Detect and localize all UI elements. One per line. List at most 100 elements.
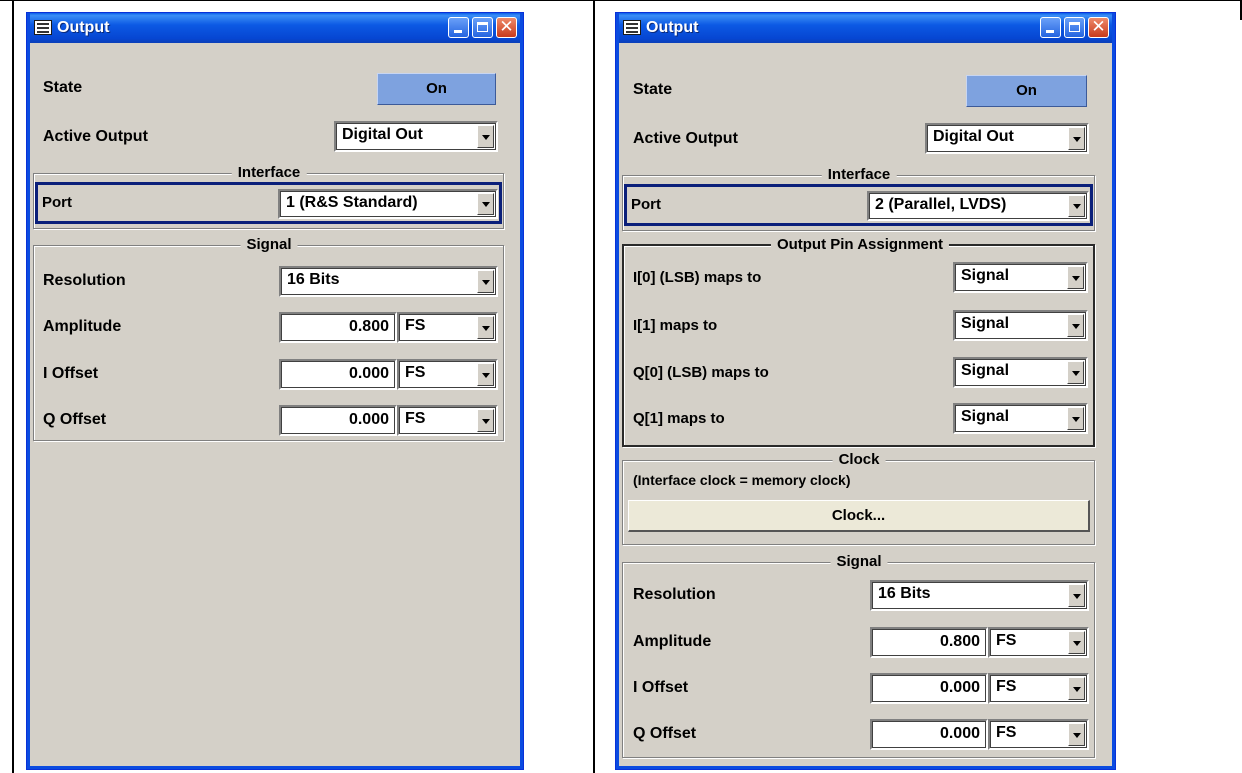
chevron-down-icon[interactable] [477, 409, 494, 432]
table-left-border [12, 0, 14, 773]
chevron-down-icon[interactable] [1067, 361, 1084, 384]
state-label: State [43, 79, 83, 96]
chevron-down-icon[interactable] [1068, 723, 1085, 746]
pin-map-select[interactable]: Signal [953, 357, 1088, 388]
chevron-down-icon[interactable] [1067, 266, 1084, 289]
close-button[interactable]: ✕ [496, 17, 517, 38]
resolution-select[interactable]: 16 Bits [279, 266, 498, 297]
window-title: Output [646, 19, 699, 36]
i-offset-value: 0.000 [348, 365, 389, 382]
pin-map-value: Signal [961, 362, 1010, 379]
resolution-value: 16 Bits [878, 585, 931, 602]
active-output-label: Active Output [633, 130, 738, 147]
amplitude-value: 0.800 [348, 318, 389, 335]
active-output-label: Active Output [43, 128, 148, 145]
pin-map-select[interactable]: Signal [953, 310, 1088, 341]
active-output-select[interactable]: Digital Out [925, 123, 1089, 154]
chevron-down-icon[interactable] [1067, 314, 1084, 337]
signal-group-title: Signal [240, 236, 298, 253]
chevron-down-icon[interactable] [477, 316, 494, 339]
port-row[interactable]: Port 1 (R&S Standard) [35, 182, 502, 224]
pin-map-value: Signal [961, 315, 1010, 332]
maximize-icon [1069, 22, 1080, 32]
pin-map-value: Signal [961, 267, 1010, 284]
port-value: 1 (R&S Standard) [286, 194, 418, 211]
chevron-down-icon[interactable] [477, 363, 494, 386]
i-offset-unit: FS [405, 364, 426, 381]
chevron-down-icon[interactable] [1068, 584, 1085, 607]
port-value: 2 (Parallel, LVDS) [875, 196, 1007, 213]
output-dialog-left: Output ✕ State On Active Output Digital … [26, 12, 524, 770]
q-offset-label: Q Offset [43, 411, 107, 428]
i-offset-input[interactable]: 0.000 [279, 359, 397, 390]
close-icon: ✕ [499, 17, 514, 36]
interface-group-title: Interface [231, 164, 307, 181]
state-on-button[interactable]: On [377, 73, 496, 105]
amplitude-unit-select[interactable]: FS [397, 312, 498, 343]
i-offset-value: 0.000 [939, 679, 980, 696]
q-offset-value: 0.000 [348, 411, 389, 428]
title-bar[interactable]: Output ✕ [616, 13, 1115, 43]
q-offset-unit: FS [405, 410, 426, 427]
interface-group-title: Interface [821, 166, 897, 183]
pin-map-value: Signal [961, 408, 1010, 425]
chevron-down-icon[interactable] [1067, 407, 1084, 430]
q-offset-unit-select[interactable]: FS [397, 405, 498, 436]
q-offset-input[interactable]: 0.000 [279, 405, 397, 436]
pin-row-label: Q[0] (LSB) maps to [633, 364, 769, 381]
amplitude-unit-select[interactable]: FS [988, 627, 1089, 658]
amplitude-value: 0.800 [939, 633, 980, 650]
chevron-down-icon[interactable] [477, 193, 494, 215]
state-on-button[interactable]: On [966, 75, 1087, 107]
chevron-down-icon[interactable] [477, 270, 494, 293]
clock-note: (Interface clock = memory clock) [633, 472, 851, 488]
pin-map-select[interactable]: Signal [953, 262, 1088, 293]
q-offset-unit-select[interactable]: FS [988, 719, 1089, 750]
pin-map-select[interactable]: Signal [953, 403, 1088, 434]
amplitude-input[interactable]: 0.800 [870, 627, 988, 658]
i-offset-unit-select[interactable]: FS [397, 359, 498, 390]
chevron-down-icon[interactable] [1068, 631, 1085, 654]
resolution-select[interactable]: 16 Bits [870, 580, 1089, 611]
minimize-icon [454, 30, 462, 33]
pin-row-label: Q[1] maps to [633, 410, 725, 427]
i-offset-input[interactable]: 0.000 [870, 673, 988, 704]
chevron-down-icon[interactable] [1068, 127, 1085, 150]
port-select[interactable]: 1 (R&S Standard) [278, 189, 498, 219]
window-app-icon [623, 20, 641, 35]
q-offset-unit: FS [996, 724, 1017, 741]
window-app-icon [34, 20, 52, 35]
amplitude-label: Amplitude [633, 633, 712, 650]
pin-assignment-title: Output Pin Assignment [770, 236, 950, 253]
chevron-down-icon[interactable] [1068, 195, 1085, 217]
minimize-button[interactable] [448, 17, 469, 38]
minimize-button[interactable] [1040, 17, 1061, 38]
active-output-value: Digital Out [933, 128, 1014, 145]
i-offset-label: I Offset [633, 679, 689, 696]
title-bar[interactable]: Output ✕ [27, 13, 523, 43]
amplitude-input[interactable]: 0.800 [279, 312, 397, 343]
amplitude-unit: FS [405, 317, 426, 334]
port-label: Port [631, 196, 661, 213]
window-title: Output [57, 19, 110, 36]
clock-button[interactable]: Clock... [628, 500, 1090, 532]
maximize-button[interactable] [472, 17, 493, 38]
resolution-label: Resolution [43, 272, 126, 289]
q-offset-input[interactable]: 0.000 [870, 719, 988, 750]
maximize-button[interactable] [1064, 17, 1085, 38]
i-offset-unit-select[interactable]: FS [988, 673, 1089, 704]
i-offset-unit: FS [996, 678, 1017, 695]
q-offset-value: 0.000 [939, 725, 980, 742]
clock-group-title: Clock [832, 451, 886, 468]
port-select[interactable]: 2 (Parallel, LVDS) [867, 191, 1089, 221]
active-output-select[interactable]: Digital Out [334, 121, 498, 152]
active-output-value: Digital Out [342, 126, 423, 143]
table-middle-border [593, 0, 595, 773]
chevron-down-icon[interactable] [1068, 677, 1085, 700]
pin-row-label: I[0] (LSB) maps to [633, 269, 762, 286]
output-dialog-right: Output ✕ State On Active Output Digital … [615, 12, 1116, 770]
port-row[interactable]: Port 2 (Parallel, LVDS) [624, 184, 1093, 226]
close-button[interactable]: ✕ [1088, 17, 1109, 38]
chevron-down-icon[interactable] [477, 125, 494, 148]
resolution-value: 16 Bits [287, 271, 340, 288]
